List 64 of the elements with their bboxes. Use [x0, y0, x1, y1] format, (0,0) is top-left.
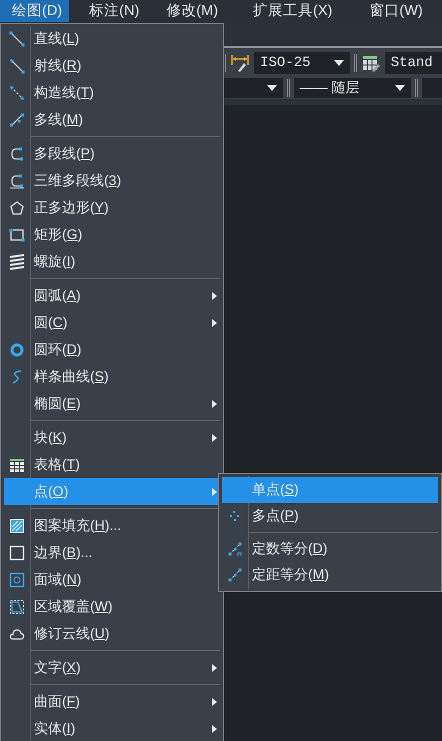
menu-item[interactable]: 圆弧(A) — [4, 282, 220, 309]
menu-bar-item[interactable]: 修改(M) — [154, 0, 226, 22]
helix-icon — [8, 254, 24, 270]
submenu-arrow-icon — [212, 319, 217, 327]
menu-item[interactable]: 表格(T) — [4, 451, 220, 478]
dimension-style-icon[interactable] — [230, 52, 250, 72]
menu-item[interactable]: 文字(X) — [4, 654, 220, 681]
menu-item[interactable]: 圆(C) — [4, 309, 220, 336]
submenu-arrow-icon — [212, 400, 217, 408]
submenu-arrow-icon — [212, 698, 217, 706]
menu-item[interactable]: 直线(L) — [4, 25, 220, 52]
menu-item[interactable]: 螺旋(I) — [4, 248, 220, 275]
dotted-line-icon — [8, 84, 24, 100]
menu-item[interactable]: 定距等分(M) — [222, 562, 438, 588]
menu-item[interactable]: 曲面(F) — [4, 688, 220, 715]
menu-item[interactable]: 构造线(T) — [4, 79, 220, 106]
submenu-arrow-icon — [212, 292, 217, 300]
menu-bar-item[interactable]: 窗口(W) — [357, 0, 430, 22]
menu-item[interactable]: 射线(R) — [4, 52, 220, 79]
menu-item[interactable]: 样条曲线(S) — [4, 363, 220, 390]
caret-icon — [266, 85, 277, 91]
table-icon — [8, 456, 24, 472]
menu-item[interactable]: 图案填充(H)... — [4, 512, 220, 539]
menu-bar-item[interactable]: 标注(N) — [77, 0, 146, 22]
menu-item[interactable]: 矩形(G) — [4, 221, 220, 248]
menu-bar-item[interactable]: 绘图(D) — [0, 0, 70, 22]
polyline-icon — [8, 172, 24, 188]
submenu-arrow-icon — [212, 434, 217, 442]
double-line-icon — [8, 112, 24, 128]
menu-item[interactable]: 定数等分(D) — [222, 536, 438, 562]
ring-icon — [8, 342, 24, 358]
menu-item[interactable]: 多线(M) — [4, 106, 220, 133]
caret-icon — [395, 85, 406, 91]
square-icon — [8, 544, 24, 560]
menu-item[interactable]: 多点(P) — [222, 503, 438, 529]
caret-icon — [334, 60, 344, 66]
rectangle-icon — [8, 226, 24, 242]
menu-item[interactable]: 正多边形(Y) — [4, 194, 220, 221]
menu-item[interactable]: 区域覆盖(W) — [4, 593, 220, 620]
line-icon — [8, 30, 24, 46]
menu-item[interactable]: 圆环(D) — [4, 336, 220, 363]
submenu-arrow-icon — [212, 664, 217, 672]
menu-bar-item[interactable]: 扩展工具(X) — [241, 0, 340, 22]
dimension-style-dropdown[interactable]: ISO-25 — [254, 52, 350, 74]
pentagon-icon — [8, 200, 24, 216]
wipeout-icon — [8, 598, 24, 614]
hatch-icon — [8, 518, 24, 534]
region-icon — [8, 572, 24, 588]
menu-item[interactable]: 多段线(P) — [4, 140, 220, 167]
polyline-icon — [8, 146, 24, 162]
ray-icon — [8, 58, 24, 74]
measure-icon — [226, 567, 242, 583]
menu-item[interactable]: 边界(B)... — [4, 539, 220, 566]
menu-item[interactable]: 三维多段线(3) — [4, 167, 220, 194]
menu-item[interactable]: 块(K) — [4, 424, 220, 451]
menu-item[interactable]: 修订云线(U) — [4, 620, 220, 647]
divide-icon — [226, 541, 242, 557]
menu-item[interactable]: 实体(I) — [4, 715, 220, 741]
submenu-arrow-icon — [212, 725, 217, 733]
menu-item[interactable]: 面域(N) — [4, 566, 220, 593]
submenu-arrow-icon — [212, 488, 217, 496]
linetype-dropdown[interactable]: —— 随层 — [294, 78, 412, 98]
table-style-dropdown[interactable]: Stand — [384, 52, 442, 74]
menu-item[interactable]: 椭圆(E) — [4, 390, 220, 417]
